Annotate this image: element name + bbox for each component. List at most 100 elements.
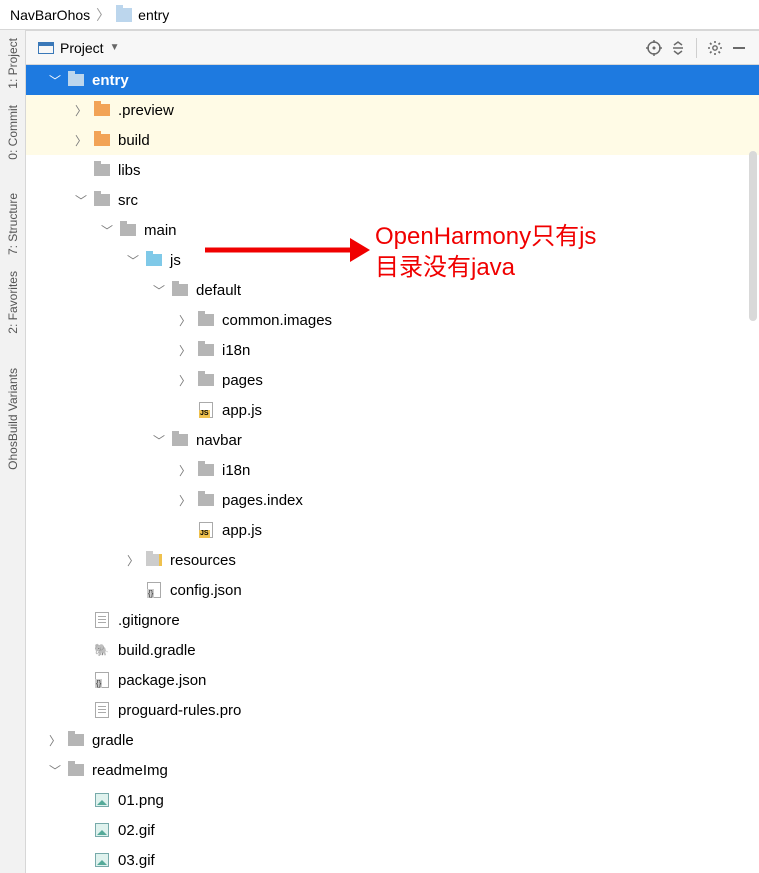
tree-item-label: 02.gif <box>118 822 155 839</box>
chevron-down-icon: ▼ <box>110 42 120 53</box>
folder-icon <box>92 161 112 179</box>
tree-row[interactable]: 〉 gradle <box>26 725 759 755</box>
chevron-right-icon[interactable]: 〉 <box>122 552 144 569</box>
chevron-down-icon[interactable]: ﹀ <box>70 192 92 209</box>
json-file-icon <box>144 581 164 599</box>
img-file-icon <box>92 791 112 809</box>
tree-row[interactable]: 〉.gitignore <box>26 605 759 635</box>
sidetab-build-variants[interactable]: OhosBuild Variants <box>4 360 22 478</box>
tree-item-label: main <box>144 222 177 239</box>
sidetab-favorites[interactable]: 2: Favorites <box>4 263 22 342</box>
img-file-icon <box>92 821 112 839</box>
tree-row[interactable]: 〉libs <box>26 155 759 185</box>
locate-icon[interactable] <box>642 36 666 60</box>
tree-row[interactable]: ﹀readmeImg <box>26 755 759 785</box>
breadcrumb-module[interactable]: entry <box>138 7 169 23</box>
hide-icon[interactable] <box>727 36 751 60</box>
tree-row[interactable]: ﹀ default <box>26 275 759 305</box>
chevron-down-icon[interactable]: ﹀ <box>122 252 144 269</box>
tree-row[interactable]: 〉resources <box>26 545 759 575</box>
tree-row[interactable]: ﹀entry <box>26 65 759 95</box>
sidetab-commit[interactable]: 0: Commit <box>4 97 22 168</box>
tree-item-label: common.images <box>222 312 332 329</box>
chevron-down-icon[interactable]: ﹀ <box>96 222 118 239</box>
view-selector-label: Project <box>60 40 104 56</box>
img-file-icon <box>92 851 112 869</box>
gear-icon[interactable] <box>703 36 727 60</box>
tree-row[interactable]: 〉02.gif <box>26 815 759 845</box>
chevron-right-icon[interactable]: 〉 <box>44 732 66 749</box>
tree-item-label: default <box>196 282 241 299</box>
tree-item-label: package.json <box>118 672 206 689</box>
folder-icon <box>92 191 112 209</box>
folder-icon <box>170 281 190 299</box>
tree-item-label: src <box>118 192 138 209</box>
tree-row[interactable]: ﹀ src <box>26 185 759 215</box>
tree-row[interactable]: 〉01.png <box>26 785 759 815</box>
project-view-icon <box>38 42 54 54</box>
sidetab-structure[interactable]: 7: Structure <box>4 185 22 263</box>
tree-row[interactable]: 〉app.js <box>26 515 759 545</box>
tree-row[interactable]: 〉pages.index <box>26 485 759 515</box>
view-selector[interactable]: Project ▼ <box>34 38 123 58</box>
tree-item-label: 01.png <box>118 792 164 809</box>
tree-row[interactable]: 〉build.gradle <box>26 635 759 665</box>
breadcrumb-root[interactable]: NavBarOhos <box>10 7 90 23</box>
tree-item-label: 03.gif <box>118 852 155 869</box>
tree-row[interactable]: 〉i18n <box>26 455 759 485</box>
tree-row[interactable]: 〉 .preview <box>26 95 759 125</box>
tree-row[interactable]: ﹀navbar <box>26 425 759 455</box>
tree-row[interactable]: 〉app.js <box>26 395 759 425</box>
separator <box>696 38 697 58</box>
folder-icon <box>196 341 216 359</box>
scrollbar-thumb[interactable] <box>749 151 757 321</box>
folder-icon <box>196 371 216 389</box>
module-icon <box>116 8 132 22</box>
folder-icon <box>118 221 138 239</box>
folder-icon <box>66 761 86 779</box>
folder-icon <box>66 731 86 749</box>
chevron-right-icon: 〉 <box>96 5 110 25</box>
tree-item-label: i18n <box>222 342 250 359</box>
tree-row[interactable]: 〉package.json <box>26 665 759 695</box>
chevron-right-icon[interactable]: 〉 <box>70 132 92 149</box>
chevron-down-icon[interactable]: ﹀ <box>44 72 66 89</box>
js-file-icon <box>196 521 216 539</box>
tree-row[interactable]: 〉 common.images <box>26 305 759 335</box>
tree-item-label: proguard-rules.pro <box>118 702 241 719</box>
folder-icon <box>196 311 216 329</box>
tree-row[interactable]: 〉config.json <box>26 575 759 605</box>
folder-icon <box>196 491 216 509</box>
chevron-down-icon[interactable]: ﹀ <box>148 282 170 299</box>
chevron-right-icon[interactable]: 〉 <box>174 372 196 389</box>
tree-row[interactable]: 〉03.gif <box>26 845 759 873</box>
tree-row[interactable]: 〉 pages <box>26 365 759 395</box>
chevron-right-icon[interactable]: 〉 <box>70 102 92 119</box>
sidetab-project[interactable]: 1: Project <box>4 30 22 97</box>
chevron-right-icon[interactable]: 〉 <box>174 312 196 329</box>
tree-row[interactable]: ﹀js <box>26 245 759 275</box>
tree-item-label: .preview <box>118 102 174 119</box>
tree-item-label: libs <box>118 162 141 179</box>
chevron-right-icon[interactable]: 〉 <box>174 492 196 509</box>
tree-item-label: app.js <box>222 522 262 539</box>
tree-row[interactable]: ﹀ main <box>26 215 759 245</box>
folder-icon <box>170 431 190 449</box>
tree-item-label: .gitignore <box>118 612 180 629</box>
tree-item-label: config.json <box>170 582 242 599</box>
chevron-right-icon[interactable]: 〉 <box>174 462 196 479</box>
tree-item-label: app.js <box>222 402 262 419</box>
txt-file-icon <box>92 611 112 629</box>
chevron-right-icon[interactable]: 〉 <box>174 342 196 359</box>
chevron-down-icon[interactable]: ﹀ <box>44 762 66 779</box>
collapse-all-icon[interactable] <box>666 36 690 60</box>
tree-item-label: pages <box>222 372 263 389</box>
folder-icon <box>66 71 86 89</box>
project-tree[interactable]: ﹀entry〉.preview〉build〉libs﹀src﹀main﹀js﹀d… <box>26 65 759 873</box>
tree-item-label: gradle <box>92 732 134 749</box>
tree-row[interactable]: 〉 i18n <box>26 335 759 365</box>
chevron-down-icon[interactable]: ﹀ <box>148 432 170 449</box>
tree-row[interactable]: 〉proguard-rules.pro <box>26 695 759 725</box>
tree-row[interactable]: 〉build <box>26 125 759 155</box>
txt-file-icon <box>92 701 112 719</box>
